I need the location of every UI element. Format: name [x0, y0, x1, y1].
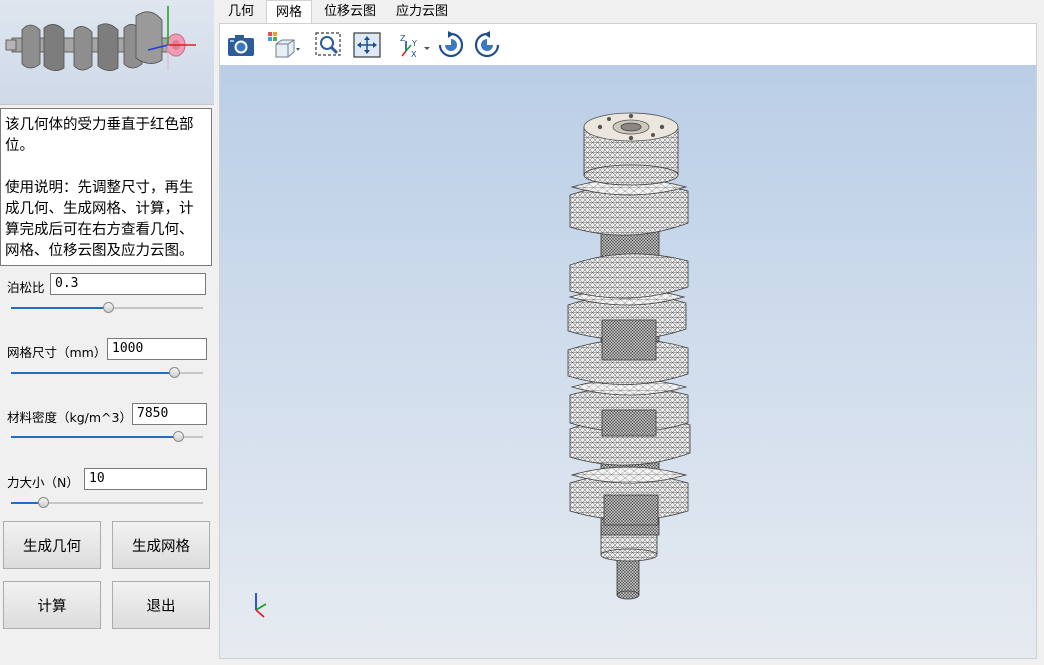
- rotate-ccw-icon[interactable]: [472, 31, 502, 59]
- zoom-fit-icon[interactable]: [314, 31, 344, 59]
- generate-mesh-button[interactable]: 生成网格: [112, 521, 210, 569]
- density-input[interactable]: 7850: [132, 403, 207, 425]
- exit-button[interactable]: 退出: [112, 581, 210, 629]
- slider-knob[interactable]: [103, 302, 115, 313]
- tab-geometry[interactable]: 几何: [220, 0, 262, 23]
- mesh-size-slider[interactable]: [11, 366, 203, 380]
- slider-knob[interactable]: [172, 431, 184, 442]
- axis-triad-icon: [255, 593, 267, 618]
- poisson-ratio-label: 泊松比: [7, 280, 45, 295]
- force-slider[interactable]: [11, 496, 203, 510]
- tab-displacement-contour[interactable]: 位移云图: [316, 0, 384, 23]
- force-label: 力大小（N）: [7, 475, 79, 490]
- svg-text:X: X: [411, 50, 417, 59]
- compute-button[interactable]: 计算: [3, 581, 101, 629]
- generate-geometry-button[interactable]: 生成几何: [3, 521, 101, 569]
- mesh-size-label: 网格尺寸（mm）: [7, 345, 107, 360]
- svg-text:Y: Y: [411, 39, 417, 48]
- control-panel: 该几何体的受力垂直于红色部位。 使用说明：先调整尺寸，再生成几何、生成网格、计算…: [0, 0, 216, 665]
- pan-icon[interactable]: [352, 31, 382, 59]
- slider-knob[interactable]: [38, 497, 50, 508]
- density-label: 材料密度（kg/m^3）: [7, 410, 132, 425]
- description-box: 该几何体的受力垂直于红色部位。 使用说明：先调整尺寸，再生成几何、生成网格、计算…: [0, 108, 212, 266]
- 3d-mesh-viewport[interactable]: [219, 65, 1037, 659]
- description-usage-note: 使用说明：先调整尺寸，再生成几何、生成网格、计算，计算完成后可在右方查看几何、网…: [5, 180, 194, 259]
- geometry-preview-thumbnail: [0, 0, 214, 105]
- mesh-size-input[interactable]: 1000: [107, 338, 207, 360]
- view-tabs: 几何 网格 位移云图 应力云图: [216, 0, 1044, 23]
- tab-stress-contour[interactable]: 应力云图: [388, 0, 456, 23]
- view-cube-icon[interactable]: [266, 31, 300, 59]
- tab-mesh[interactable]: 网格: [266, 0, 312, 23]
- poisson-ratio-input[interactable]: 0.3: [50, 273, 206, 295]
- svg-text:Z: Z: [400, 34, 406, 43]
- viewer-toolbar: Z Y X: [219, 23, 1037, 65]
- slider-knob[interactable]: [168, 367, 180, 378]
- status-strip: [219, 659, 1037, 665]
- poisson-ratio-slider[interactable]: [11, 301, 203, 315]
- force-input[interactable]: 10: [84, 468, 207, 490]
- axis-view-icon[interactable]: Z Y X: [398, 31, 430, 59]
- crankshaft-mesh-render: [255, 112, 691, 618]
- description-force-note: 该几何体的受力垂直于红色部位。: [5, 117, 194, 154]
- camera-icon[interactable]: [226, 31, 256, 59]
- rotate-cw-icon[interactable]: [436, 31, 466, 59]
- density-slider[interactable]: [11, 430, 203, 444]
